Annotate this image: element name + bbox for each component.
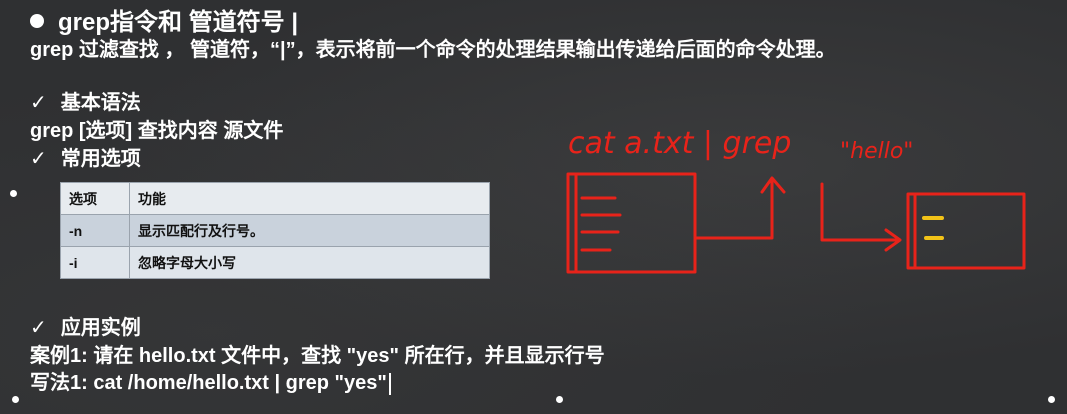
intro-line: grep 过滤查找 ， 管道符，“|”，表示将前一个命令的处理结果输出传递给后面… [30, 39, 836, 61]
table-cell: -i [60, 246, 130, 279]
syntax-line: grep [选项] 查找内容 源文件 [30, 120, 284, 142]
slide-title: grep指令和 管道符号 | [30, 2, 298, 37]
left-box-lines [580, 196, 622, 252]
section-basic-syntax: ✓ 基本语法 [30, 86, 141, 115]
board-dot [1048, 396, 1055, 403]
board-dot [556, 396, 563, 403]
section-common-options: ✓ 常用选项 [30, 142, 141, 171]
board-dot [10, 190, 17, 197]
writing-line: 写法1: cat /home/hello.txt | grep "yes" [30, 366, 391, 395]
table-header: 功能 [129, 182, 490, 215]
check-icon: ✓ [30, 317, 47, 339]
check-icon: ✓ [30, 148, 47, 170]
table-cell: 显示匹配行及行号。 [129, 214, 490, 247]
text-cursor [388, 372, 391, 395]
matched-lines-highlight [922, 216, 944, 240]
table-row: -n 显示匹配行及行号。 [60, 214, 490, 247]
section-label: 常用选项 [60, 148, 141, 170]
options-table: 选项 功能 -n 显示匹配行及行号。 -i 忽略字母大小写 [60, 182, 490, 279]
title-text: grep指令和 管道符号 | [58, 9, 299, 36]
section-examples: ✓ 应用实例 [30, 311, 141, 340]
pipe-arrow-up [693, 180, 774, 240]
section-label: 应用实例 [60, 317, 141, 339]
writing-text: 写法1: cat /home/hello.txt | grep "yes" [30, 372, 387, 394]
table-header-row: 选项 功能 [60, 182, 490, 215]
table-header: 选项 [60, 182, 130, 215]
sketch-command-text: cat a.txt | grep [568, 126, 791, 161]
table-cell: 忽略字母大小写 [129, 246, 490, 279]
table-cell: -n [60, 214, 130, 247]
check-icon: ✓ [30, 92, 47, 114]
bullet-icon [30, 13, 44, 28]
right-result-box [906, 192, 1026, 270]
example-line: 案例1: 请在 hello.txt 文件中，查找 "yes" 所在行，并且显示行… [30, 345, 605, 367]
sketch-ink: cat a.txt | grep "hello" [566, 126, 1026, 274]
section-label: 基本语法 [60, 92, 141, 114]
pipe-sketch: cat a.txt | grep "hello" [566, 126, 1026, 274]
sketch-quoted-text: "hello" [840, 139, 913, 164]
left-file-box [566, 172, 697, 274]
board-dot [12, 396, 19, 403]
table-row: -i 忽略字母大小写 [60, 246, 490, 279]
